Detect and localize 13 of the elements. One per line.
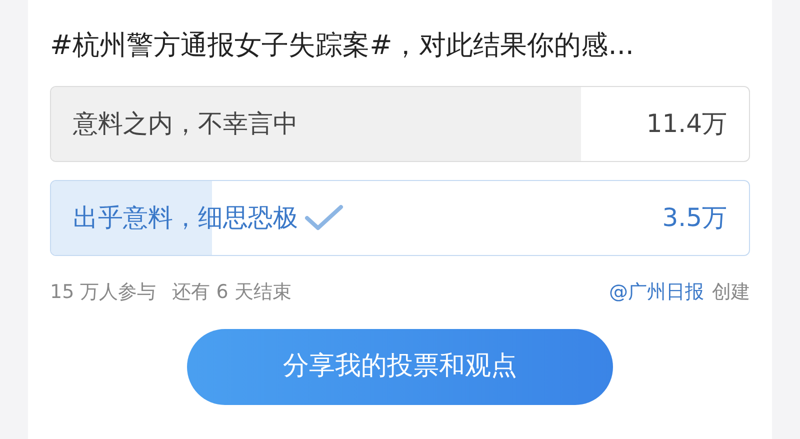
created-label: 创建	[712, 280, 750, 305]
poll-title: #杭州警方通报女子失踪案#，对此结果你的感...	[50, 29, 635, 63]
check-icon	[304, 204, 344, 232]
author-link[interactable]: @广州日报	[609, 278, 704, 306]
option-label: 意料之内，不幸言中	[73, 108, 298, 140]
participant-count: 15 万人参与	[50, 280, 156, 305]
share-button[interactable]: 分享我的投票和观点	[187, 328, 613, 404]
time-remaining: 还有 6 天结束	[172, 280, 292, 305]
option-label: 出乎意料，细思恐极	[73, 202, 298, 234]
vote-count: 11.4万	[646, 108, 727, 140]
poll-option[interactable]: 出乎意料，细思恐极 3.5万	[50, 180, 750, 256]
vote-count: 3.5万	[662, 202, 727, 234]
poll-option[interactable]: 意料之内，不幸言中 11.4万	[50, 86, 750, 162]
